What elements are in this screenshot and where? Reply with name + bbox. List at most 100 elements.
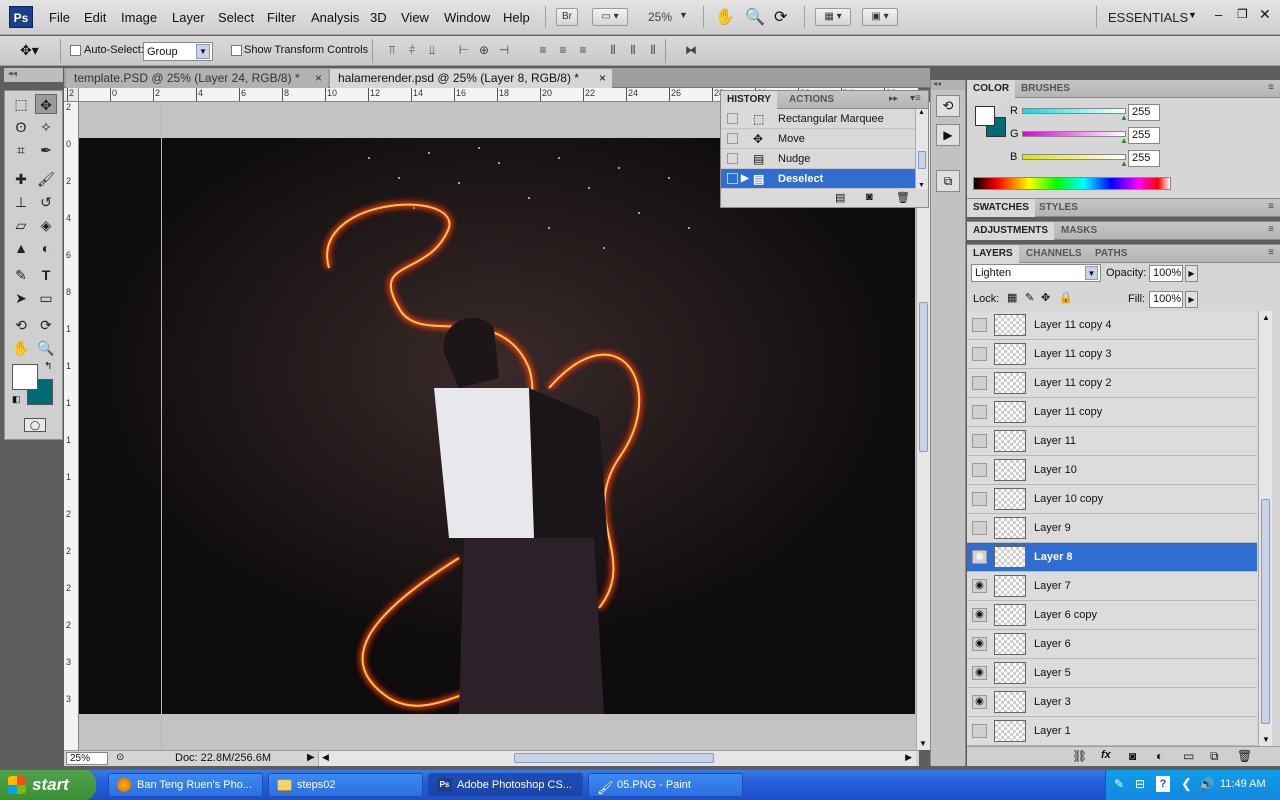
tab-template-psd[interactable]: template.PSD @ 25% (Layer 24, RGB/8) * × xyxy=(66,69,328,88)
hand-tool-icon[interactable]: ✋ xyxy=(715,7,735,27)
visibility-toggle[interactable] xyxy=(972,347,987,361)
tab-actions[interactable]: ACTIONS xyxy=(783,91,840,109)
auto-align-layers-icon[interactable]: ⧓ xyxy=(683,43,699,57)
layer-row[interactable]: Layer 11 copy 4 xyxy=(967,311,1257,340)
trash-icon[interactable]: 🗑 xyxy=(1237,749,1252,763)
layer-thumbnail[interactable] xyxy=(994,575,1026,597)
document-info[interactable]: Doc: 22.8M/256.6M xyxy=(175,752,271,764)
status-arrow-icon[interactable]: ▶ xyxy=(307,752,315,763)
restore-icon[interactable]: ❐ xyxy=(1237,7,1248,21)
color-spectrum-ramp[interactable] xyxy=(973,177,1171,190)
new-layer-icon[interactable]: ⧉ xyxy=(1210,749,1219,764)
tab-swatches[interactable]: SWATCHES xyxy=(967,199,1035,217)
move-tool-icon[interactable]: ✥ xyxy=(35,94,57,114)
layer-row[interactable]: Layer 11 copy 2 xyxy=(967,369,1257,398)
lock-pixels-icon[interactable]: ✎ xyxy=(1025,291,1034,304)
layer-row[interactable]: ◉ Layer 5 xyxy=(967,659,1257,688)
zoom-tool-icon[interactable]: 🔍 xyxy=(35,338,57,358)
align-left-icon[interactable]: ⊢ xyxy=(456,43,472,57)
slider-handle-icon[interactable]: ▲ xyxy=(1120,136,1128,145)
collapse-icon[interactable]: ◂◂ xyxy=(933,79,941,88)
tab-layers[interactable]: LAYERS xyxy=(967,245,1019,263)
tab-halamerender-psd[interactable]: halamerender.psd @ 25% (Layer 8, RGB/8) … xyxy=(330,69,612,88)
move-tool-preset-icon[interactable]: ✥▾ xyxy=(20,42,39,59)
tab-styles[interactable]: STYLES xyxy=(1033,199,1084,217)
layer-row[interactable]: Layer 11 xyxy=(967,427,1257,456)
align-right-icon[interactable]: ⊣ xyxy=(496,43,512,57)
green-slider[interactable] xyxy=(1022,131,1126,137)
panel-menu-icon[interactable]: ≡ xyxy=(1268,224,1274,235)
panel-menu-icon[interactable]: ≡ xyxy=(1268,247,1274,258)
zoom-dropdown-icon[interactable]: ▼ xyxy=(679,10,688,20)
history-brush-source[interactable] xyxy=(727,173,738,184)
type-tool-icon[interactable]: T xyxy=(35,265,57,285)
new-document-from-state-icon[interactable]: ▤ xyxy=(835,191,845,204)
history-brush-source[interactable] xyxy=(727,133,738,144)
scroll-up-icon[interactable]: ▲ xyxy=(1262,313,1270,322)
visibility-toggle[interactable] xyxy=(972,492,987,506)
foreground-color-swatch[interactable] xyxy=(975,106,995,126)
show-transform-checkbox[interactable] xyxy=(231,45,242,56)
view-extras-button[interactable]: ▭ ▾ xyxy=(592,8,628,26)
blend-mode-dropdown[interactable]: Lighten ▼ xyxy=(971,264,1101,282)
ruler-vertical[interactable]: 2 0 2 4 6 8 1 1 1 1 1 2 2 2 2 3 3 xyxy=(64,102,79,750)
clock[interactable]: 11:49 AM xyxy=(1220,778,1266,790)
add-mask-icon[interactable]: ◙ xyxy=(1129,749,1136,763)
blur-tool-icon[interactable]: ▲ xyxy=(10,238,32,258)
layer-row[interactable]: ◉ Layer 3 xyxy=(967,688,1257,717)
visibility-toggle[interactable] xyxy=(972,521,987,535)
path-selection-tool-icon[interactable]: ➤ xyxy=(10,288,32,308)
history-row[interactable]: ▤ Nudge xyxy=(721,149,915,169)
menu-analysis[interactable]: Analysis xyxy=(311,10,359,25)
distribute-left-icon[interactable]: ⦀ xyxy=(605,43,621,57)
trash-icon[interactable]: 🗑 xyxy=(896,191,910,204)
layer-row[interactable]: Layer 1 xyxy=(967,717,1257,746)
task-browser[interactable]: Ban Teng Ruen's Pho... xyxy=(108,773,263,797)
task-paint[interactable]: 🖌 05.PNG - Paint xyxy=(588,773,743,797)
healing-brush-tool-icon[interactable]: ✚ xyxy=(10,169,32,189)
visibility-toggle[interactable] xyxy=(972,318,987,332)
help-icon[interactable]: ? xyxy=(1156,776,1170,792)
layer-row[interactable]: Layer 10 copy xyxy=(967,485,1257,514)
actions-panel-icon[interactable]: ▶ xyxy=(936,124,960,146)
history-row[interactable]: ⬚ Rectangular Marquee xyxy=(721,109,915,129)
menu-select[interactable]: Select xyxy=(218,10,254,25)
default-colors-icon[interactable]: ◧ xyxy=(12,394,21,405)
layer-thumbnail[interactable] xyxy=(994,604,1026,626)
layer-row[interactable]: ◉ Layer 6 copy xyxy=(967,601,1257,630)
close-tab-icon[interactable]: × xyxy=(599,69,606,88)
marquee-tool-icon[interactable]: ⬚ xyxy=(10,94,32,114)
scroll-down-icon[interactable]: ▼ xyxy=(919,739,927,748)
history-row-selected[interactable]: ▶ ▤ Deselect xyxy=(721,169,915,189)
zoom-field[interactable]: 25% xyxy=(66,752,108,765)
layer-row[interactable]: Layer 10 xyxy=(967,456,1257,485)
layer-row[interactable]: Layer 11 copy xyxy=(967,398,1257,427)
lock-position-icon[interactable]: ✥ xyxy=(1041,291,1050,304)
horizontal-scrollbar[interactable]: ◀ ▶ xyxy=(318,751,916,766)
fill-field[interactable]: 100% xyxy=(1149,291,1183,308)
layer-thumbnail[interactable] xyxy=(994,662,1026,684)
history-brush-source[interactable] xyxy=(727,153,738,164)
layer-row[interactable]: Layer 9 xyxy=(967,514,1257,543)
tab-history[interactable]: HISTORY xyxy=(721,91,777,109)
eye-icon[interactable]: ◉ xyxy=(972,550,987,564)
layer-thumbnail[interactable] xyxy=(994,546,1026,568)
menu-window[interactable]: Window xyxy=(444,10,490,25)
eye-icon[interactable]: ◉ xyxy=(972,695,987,709)
opacity-field[interactable]: 100% xyxy=(1149,265,1183,282)
red-slider[interactable] xyxy=(1022,108,1126,114)
layer-thumbnail[interactable] xyxy=(994,401,1026,423)
history-brush-source[interactable] xyxy=(727,113,738,124)
red-value-field[interactable]: 255 xyxy=(1128,104,1160,121)
scroll-right-icon[interactable]: ▶ xyxy=(905,752,912,763)
scrollbar-thumb[interactable] xyxy=(918,151,926,169)
arrange-documents-button[interactable]: ▦ ▾ xyxy=(815,8,851,26)
lock-transparency-icon[interactable]: ▦ xyxy=(1007,291,1017,304)
lasso-tool-icon[interactable]: ʘ xyxy=(10,117,32,137)
hand-tool-icon[interactable]: ✋ xyxy=(10,338,32,358)
layer-thumbnail[interactable] xyxy=(994,430,1026,452)
eraser-tool-icon[interactable]: ▱ xyxy=(10,215,32,235)
guide-line[interactable] xyxy=(161,102,162,750)
tab-masks[interactable]: MASKS xyxy=(1055,222,1103,240)
layer-thumbnail[interactable] xyxy=(994,314,1026,336)
